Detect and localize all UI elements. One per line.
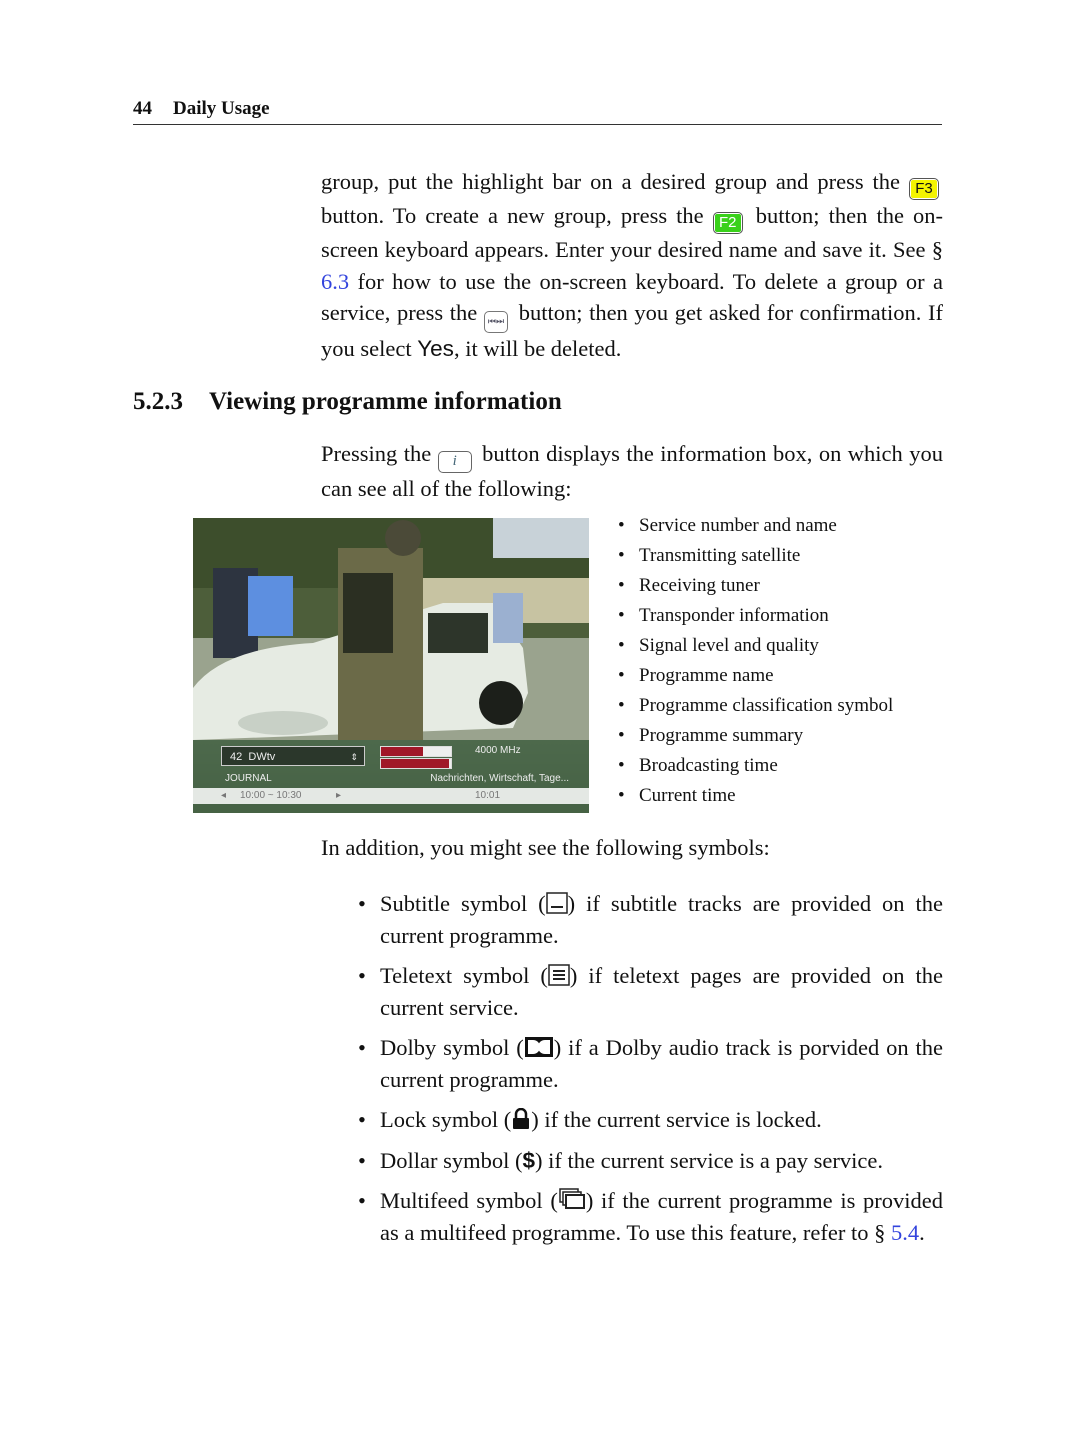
section-number: 5.2.3 [133,388,183,415]
skip-key-icon: ⏮⏭ [483,311,509,333]
list-item: Service number and name [618,511,893,541]
list-item: Broadcasting time [618,751,893,781]
list-item: Current time [618,781,893,811]
list-item: Multifeed symbol () if the current progr… [358,1185,943,1248]
next-arrow-icon: ▸ [336,790,342,801]
list-item: Receiving tuner [618,571,893,601]
list-item: Lock symbol () if the current service is… [358,1104,943,1136]
dolby-icon [524,1037,553,1057]
info-paragraph: Pressing the i button displays the infor… [321,441,943,501]
info-box-overlay: 42 DWtv ⇕ 4000 MHz JOURNAL Nachrichten, W… [193,740,589,813]
list-item: Teletext symbol () if teletext pages are… [358,960,943,1023]
lock-icon [513,1108,530,1129]
list-item: Dollar symbol ($) if the current service… [358,1145,943,1177]
tv-scene-image [193,518,589,740]
symbols-intro: In addition, you might see the following… [321,835,770,860]
info-items-list: Service number and name Transmitting sat… [618,511,893,811]
f3-key-icon: F3 [909,178,939,200]
updown-arrows-icon: ⇕ [350,752,358,762]
list-item: Programme name [618,661,893,691]
frequency: 4000 MHz [475,745,521,756]
chapter-title: Daily Usage [173,98,270,119]
list-item: Signal level and quality [618,631,893,661]
yes-option-label: Yes [417,336,454,361]
list-item: Programme summary [618,721,893,751]
list-item: Transponder information [618,601,893,631]
signal-quality-bar [380,758,452,769]
subtitle-icon [545,892,568,914]
list-item: Programme classification symbol [618,691,893,721]
list-item: Dolby symbol () if a Dolby audio track i… [358,1032,943,1095]
programme-summary: Nachrichten, Wirtschaft, Tage... [430,773,569,784]
f2-key-icon: F2 [712,212,743,234]
broadcast-time: 10:00 ~ 10:30 [240,790,302,801]
section-heading: 5.2.3 Viewing programme information [133,388,562,416]
list-item: Subtitle symbol () if subtitle tracks ar… [358,888,943,951]
running-header: 44 Daily Usage [133,98,942,125]
prev-arrow-icon: ◂ [221,790,227,801]
intro-paragraph: group, put the highlight bar on a desire… [321,169,943,361]
symbols-list: Subtitle symbol () if subtitle tracks ar… [358,888,943,1257]
multifeed-icon [559,1188,585,1209]
list-item: Transmitting satellite [618,541,893,571]
info-key-icon: i [437,451,472,473]
tv-screenshot: 42 DWtv ⇕ 4000 MHz JOURNAL Nachrichten, W… [193,518,589,813]
page-number: 44 [133,98,152,119]
current-time: 10:01 [475,790,501,801]
section-link-6-3[interactable]: 6.3 [321,269,349,294]
programme-name: JOURNAL [225,773,272,784]
service-field: 42 DWtv ⇕ [221,746,365,766]
section-link-5-4[interactable]: 5.4 [891,1220,919,1245]
section-title: Viewing programme information [209,388,562,415]
signal-level-bar [380,746,452,757]
teletext-icon [548,964,570,986]
dollar-icon: $ [522,1147,535,1173]
time-bar: ◂ 10:00 ~ 10:30 ▸ 10:01 [193,788,589,804]
